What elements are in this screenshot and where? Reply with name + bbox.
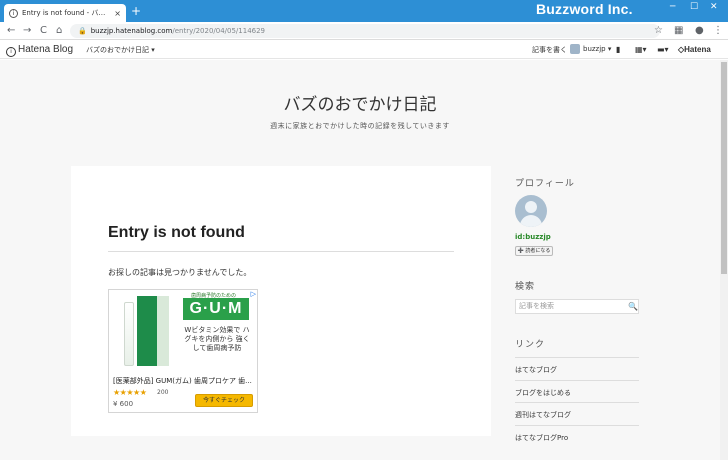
sidebar-link-pro[interactable]: はてなブログPro xyxy=(515,425,639,447)
ad-price: ¥ 600 xyxy=(113,400,134,408)
profile-icon[interactable]: ● xyxy=(695,25,704,36)
url-host: buzzjp.hatenablog.com xyxy=(90,27,173,35)
apps-grid-icon[interactable]: ▦▾ xyxy=(635,45,647,54)
notification-icon[interactable]: ▬▾ xyxy=(657,45,669,54)
hatena-logo-text: Hatena Blog xyxy=(18,44,74,55)
close-window-button[interactable]: ✕ xyxy=(710,2,718,12)
reload-icon[interactable]: C xyxy=(40,25,47,36)
search-heading: 検索 xyxy=(515,282,536,292)
maximize-button[interactable]: ☐ xyxy=(690,2,698,12)
forward-icon[interactable]: → xyxy=(23,25,31,36)
entry-title: Entry is not found xyxy=(108,224,245,241)
user-menu[interactable]: buzzjp ▾ xyxy=(570,44,611,54)
bookmark-icon[interactable]: ▮ xyxy=(616,45,620,54)
home-icon[interactable]: ⌂ xyxy=(56,25,62,36)
sidebar-link-hatena-blog[interactable]: はてなブログ xyxy=(515,357,639,379)
minimize-button[interactable]: ─ xyxy=(670,2,675,12)
blog-title[interactable]: バズのおでかけ日記 xyxy=(0,90,720,115)
back-icon[interactable]: ← xyxy=(7,25,15,36)
star-icon[interactable]: ☆ xyxy=(654,25,663,36)
check-now-button[interactable]: 今すぐチェック xyxy=(195,394,253,407)
sidebar-link-weekly[interactable]: 週刊はてなブログ xyxy=(515,402,639,424)
blog-name-menu[interactable]: バズのおでかけ日記 ▾ xyxy=(86,45,155,55)
search-input[interactable]: 記事を検索 xyxy=(515,299,639,314)
ad-product-name[interactable]: [医薬部外品] GUM(ガム) 歯周プロケア 歯... xyxy=(113,376,253,386)
adchoices-icon[interactable]: ▷ xyxy=(251,290,256,298)
tab-title: Entry is not found - バズのおでか xyxy=(22,9,112,17)
watermark: Buzzword Inc. xyxy=(536,1,633,17)
review-count: 200 xyxy=(157,389,169,396)
profile-heading: プロフィール xyxy=(515,179,575,189)
menu-icon[interactable]: ⋮ xyxy=(713,25,723,36)
rating-stars: ★★★★★ xyxy=(113,388,147,397)
browser-titlebar: i Entry is not found - バズのおでか × + Buzzwo… xyxy=(0,0,728,22)
links-heading: リンク xyxy=(515,340,546,350)
user-name: buzzjp ▾ xyxy=(583,45,612,53)
hatena-link[interactable]: ◇Hatena xyxy=(678,45,711,54)
profile-id-link[interactable]: id:buzzjp xyxy=(515,233,551,241)
hatena-header: i Hatena Blog バズのおでかけ日記 ▾ 記事を書く buzzjp ▾ … xyxy=(0,41,728,59)
write-article-link[interactable]: 記事を書く xyxy=(532,45,567,55)
url-path: /entry/2020/04/05/114629 xyxy=(172,27,266,35)
blog-description: 週末に家族とおでかけした時の記録を残していきます xyxy=(270,122,450,130)
ad-copy: Wビタミン効果で ハグキを内側から 強くして歯周病予防 xyxy=(184,326,250,352)
browser-tab[interactable]: i Entry is not found - バズのおでか × xyxy=(4,4,126,22)
sidebar-link-start-blog[interactable]: ブログをはじめる xyxy=(515,380,639,402)
address-bar[interactable]: 🔒 buzzjp.hatenablog.com/entry/2020/04/05/… xyxy=(70,24,660,38)
browser-toolbar: ← → C ⌂ 🔒 buzzjp.hatenablog.com/entry/202… xyxy=(0,22,728,40)
tab-close-icon[interactable]: × xyxy=(114,9,121,18)
hatena-logo-icon: i xyxy=(6,47,16,57)
new-tab-button[interactable]: + xyxy=(131,4,141,18)
subscribe-button[interactable]: ➕ 読者になる xyxy=(515,246,553,256)
scrollbar-thumb[interactable] xyxy=(721,62,727,274)
product-image xyxy=(120,294,172,368)
title-divider xyxy=(108,251,454,252)
search-icon[interactable]: 🔍 xyxy=(628,302,638,311)
lock-icon: 🔒 xyxy=(78,27,87,35)
extension-icon[interactable]: ▦ xyxy=(674,25,683,36)
advertisement[interactable]: ▷ 歯周病予防のための G·U·M Wビタミン効果で ハグキを内側から 強くして… xyxy=(108,289,258,413)
profile-avatar[interactable] xyxy=(515,195,547,227)
not-found-message: お探しの記事は見つかりませんでした。 xyxy=(108,268,252,277)
avatar xyxy=(570,44,580,54)
hatena-favicon-icon: i xyxy=(9,8,18,18)
hatena-blog-logo[interactable]: i Hatena Blog xyxy=(6,44,73,57)
ad-brand-logo: G·U·M xyxy=(183,298,249,320)
